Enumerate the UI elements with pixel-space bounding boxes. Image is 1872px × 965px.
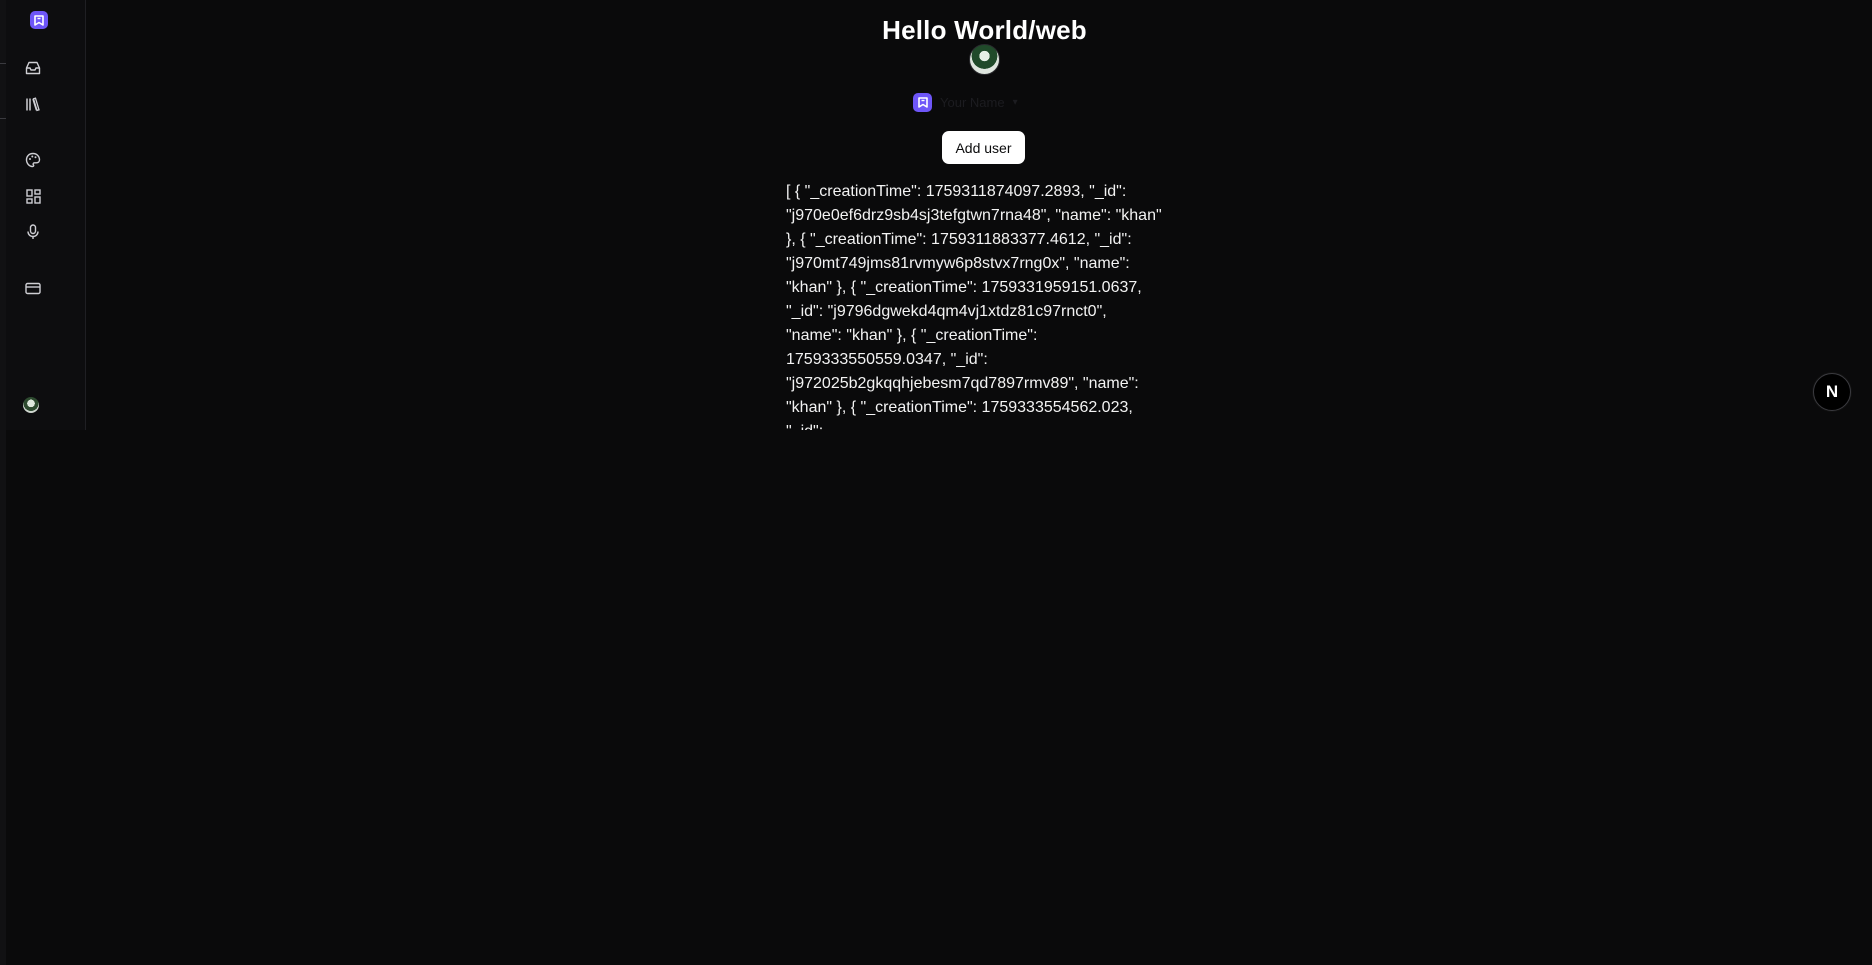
add-user-button[interactable]: Add user: [942, 131, 1025, 164]
profile-avatar[interactable]: [969, 44, 1000, 75]
app-window: Hello World/web Your Name ▾ Add user [ {…: [0, 0, 1872, 965]
microphone-icon[interactable]: [23, 222, 43, 242]
empty-page-area: [6, 430, 1872, 965]
sidebar: [6, 0, 86, 430]
library-icon[interactable]: [23, 94, 43, 114]
main-content: Hello World/web Your Name ▾ Add user [ {…: [86, 0, 1872, 430]
credit-card-icon[interactable]: [23, 278, 43, 298]
nextjs-logo-icon: N: [1825, 382, 1839, 401]
browser-viewport: Hello World/web Your Name ▾ Add user [ {…: [6, 0, 1872, 430]
inbox-icon[interactable]: [23, 58, 43, 78]
chevron-down-icon: ▾: [1012, 96, 1018, 108]
user-avatar[interactable]: [23, 397, 39, 413]
palette-icon[interactable]: [23, 150, 43, 170]
json-output: [ { "_creationTime": 1759311874097.2893,…: [786, 183, 1162, 430]
org-name: Your Name: [940, 94, 1005, 110]
org-logo-icon: [913, 92, 932, 112]
dashboard-icon[interactable]: [23, 186, 43, 206]
page-title: Hello World/web: [882, 15, 1087, 46]
nextjs-dev-badge[interactable]: N: [1813, 373, 1851, 411]
org-switcher[interactable]: Your Name ▾: [913, 92, 1018, 112]
app-logo-icon[interactable]: [30, 11, 48, 29]
